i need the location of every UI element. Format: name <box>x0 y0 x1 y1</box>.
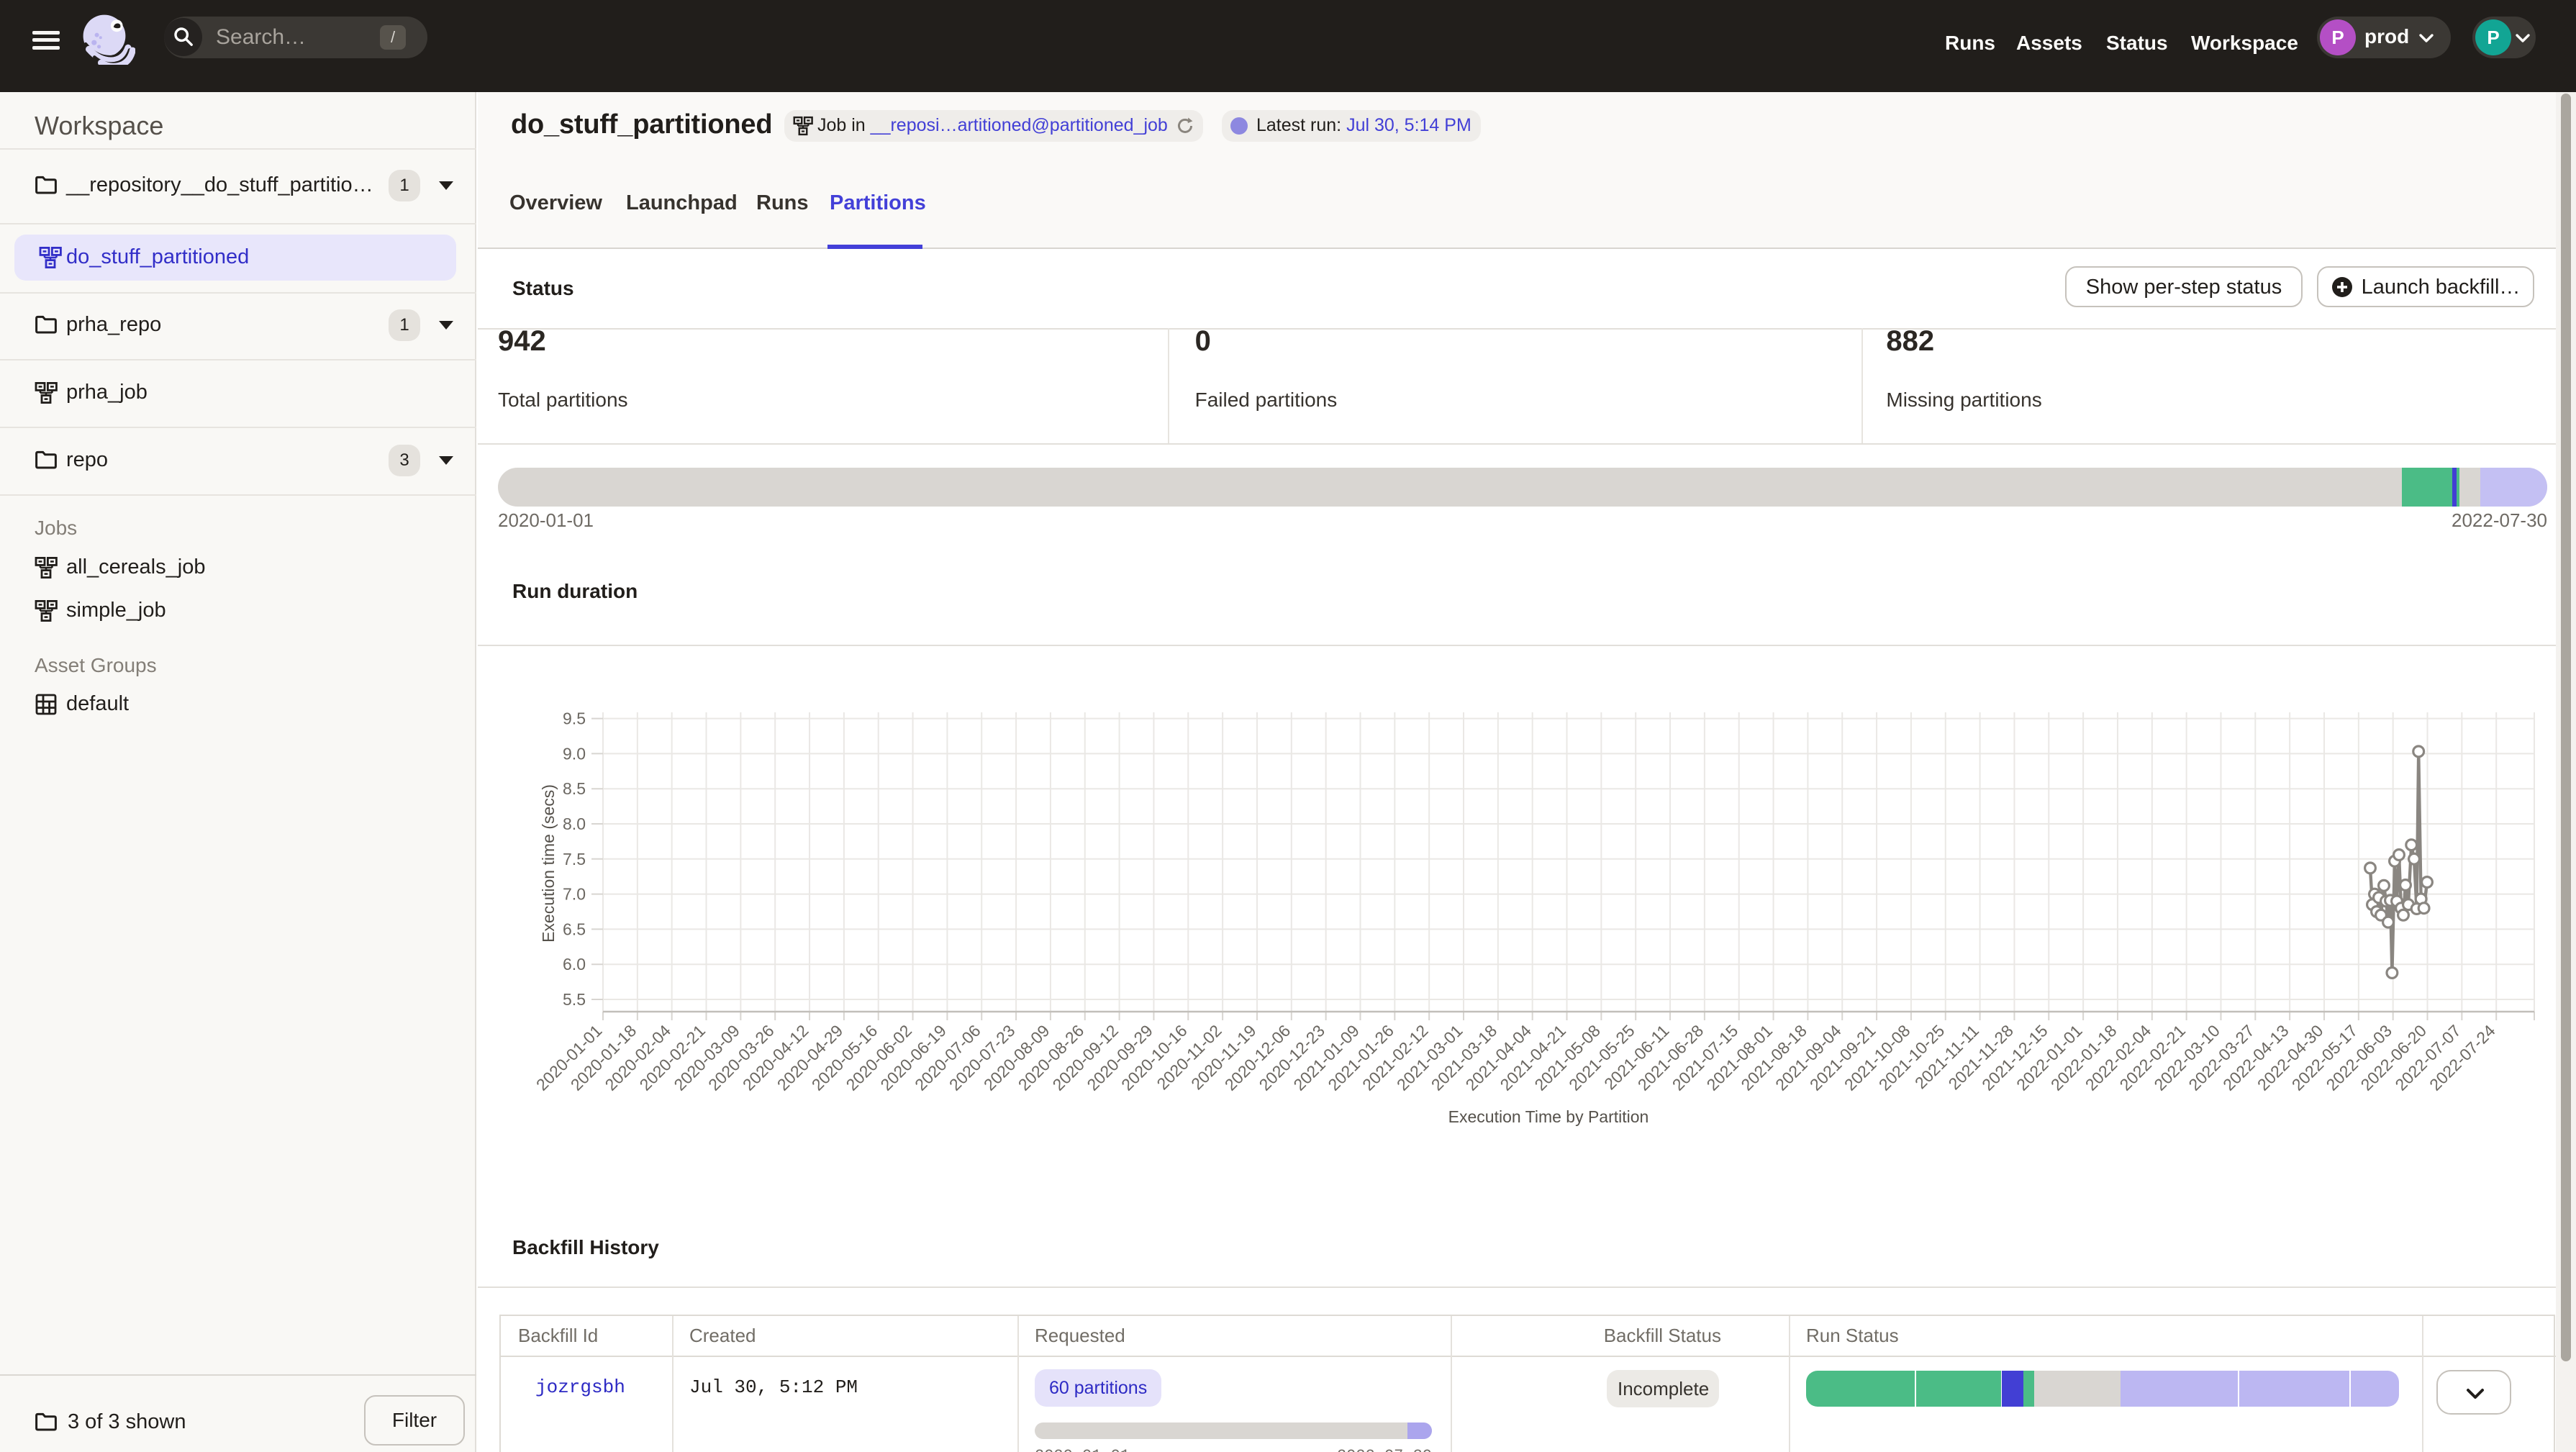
svg-text:6.0: 6.0 <box>563 955 586 974</box>
svg-text:5.5: 5.5 <box>563 990 586 1009</box>
svg-text:9.5: 9.5 <box>563 709 586 728</box>
svg-text:8.0: 8.0 <box>563 815 586 833</box>
svg-text:8.5: 8.5 <box>563 779 586 798</box>
svg-text:9.0: 9.0 <box>563 744 586 763</box>
svg-text:Execution Time by Partition: Execution Time by Partition <box>1448 1107 1649 1126</box>
svg-text:Execution time (secs): Execution time (secs) <box>539 784 558 943</box>
svg-text:7.5: 7.5 <box>563 850 586 868</box>
svg-text:7.0: 7.0 <box>563 885 586 904</box>
svg-text:6.5: 6.5 <box>563 920 586 938</box>
